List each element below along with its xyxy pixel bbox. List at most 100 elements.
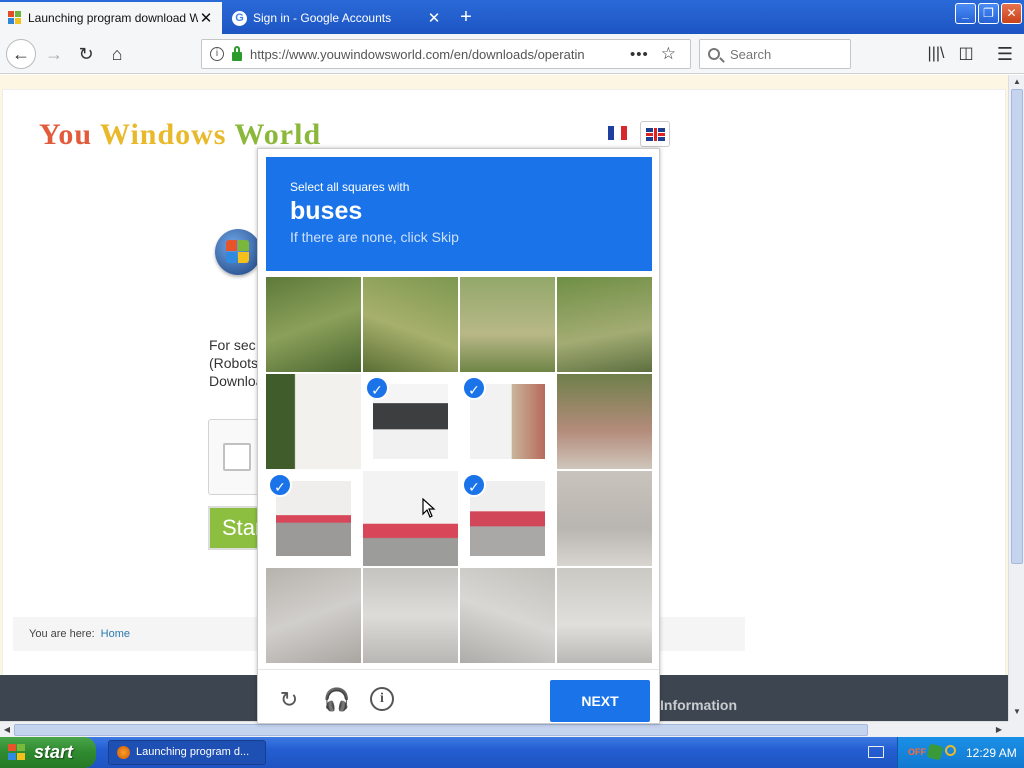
scroll-left-arrow-icon[interactable]: ◀: [0, 723, 14, 737]
windows-taskbar: start Launching program d... OFF 12:29 A…: [0, 737, 1024, 768]
captcha-tile[interactable]: [460, 277, 555, 372]
tray-search-icon[interactable]: [945, 745, 956, 756]
captcha-tile-image: [363, 471, 458, 566]
captcha-tile[interactable]: [557, 568, 652, 663]
captcha-tile[interactable]: ✓: [460, 374, 555, 469]
vertical-scroll-thumb[interactable]: [1011, 89, 1023, 564]
captcha-tile[interactable]: [363, 471, 458, 566]
captcha-tile-image: [363, 277, 458, 372]
captcha-tile-image: [557, 374, 652, 469]
address-bar[interactable]: i https://www.youwindowsworld.com/en/dow…: [201, 39, 691, 69]
headphones-icon[interactable]: 🎧: [323, 687, 350, 713]
checkmark-icon: ✓: [462, 473, 486, 497]
tab-google-signin[interactable]: G Sign in - Google Accounts ✕: [224, 2, 450, 34]
uk-flag-icon[interactable]: [640, 121, 670, 147]
back-button[interactable]: ←: [6, 39, 36, 69]
tab-strip: Launching program download Windows ✕ G S…: [0, 0, 1024, 34]
captcha-tile[interactable]: [266, 277, 361, 372]
french-flag-icon[interactable]: [608, 126, 627, 140]
captcha-tile-image: [557, 277, 652, 372]
tray-off-indicator[interactable]: OFF: [908, 747, 926, 757]
captcha-tile[interactable]: [266, 568, 361, 663]
windows-flag-icon: [8, 744, 26, 761]
breadcrumb-home-link[interactable]: Home: [101, 628, 130, 640]
next-button[interactable]: NEXT: [550, 680, 650, 722]
site-info-icon[interactable]: i: [210, 47, 224, 61]
captcha-tile[interactable]: [266, 374, 361, 469]
bookmark-star-icon[interactable]: ☆: [661, 44, 676, 64]
new-tab-button[interactable]: +: [452, 2, 480, 32]
sidebar-toggle-icon[interactable]: ◫: [952, 40, 980, 68]
captcha-tile-image: [557, 471, 652, 566]
captcha-tile[interactable]: ✓: [460, 471, 555, 566]
clock: 12:29 AM: [966, 746, 1017, 760]
tab-title: Sign in - Google Accounts: [253, 11, 392, 25]
start-button[interactable]: start: [0, 737, 96, 768]
scroll-right-arrow-icon[interactable]: ▶: [992, 723, 1006, 737]
scroll-down-arrow-icon[interactable]: ▼: [1010, 705, 1024, 719]
captcha-tile-image: [266, 374, 361, 469]
windows-flag-icon: [8, 11, 22, 25]
captcha-tile[interactable]: [557, 277, 652, 372]
home-button[interactable]: ⌂: [103, 40, 131, 68]
close-tab-icon[interactable]: ✕: [426, 9, 442, 27]
tab-launching-program[interactable]: Launching program download Windows ✕: [0, 2, 222, 34]
captcha-challenge-popup: Select all squares with buses If there a…: [257, 148, 660, 724]
checkmark-icon: ✓: [365, 376, 389, 400]
vertical-scrollbar[interactable]: ▲ ▼: [1008, 75, 1024, 721]
horizontal-scroll-thumb[interactable]: [14, 724, 868, 736]
captcha-tile[interactable]: [460, 568, 555, 663]
captcha-tile-image: [557, 568, 652, 663]
forward-button[interactable]: →: [40, 40, 68, 68]
breadcrumb-label: You are here:: [29, 628, 95, 640]
scroll-up-arrow-icon[interactable]: ▲: [1010, 75, 1024, 89]
captcha-footer: ↻ 🎧 i NEXT: [258, 669, 659, 723]
reload-button[interactable]: ↻: [72, 40, 100, 68]
minimize-window-button[interactable]: _: [955, 3, 976, 24]
captcha-tile[interactable]: [363, 277, 458, 372]
windows-logo-icon: [215, 229, 261, 275]
site-logo[interactable]: You Windows World: [39, 118, 321, 152]
navigation-toolbar: ← → ↻ ⌂ i https://www.youwindowsworld.co…: [0, 34, 1024, 74]
captcha-tile-image: [266, 277, 361, 372]
lock-icon: [232, 45, 242, 61]
url-text[interactable]: https://www.youwindowsworld.com/en/downl…: [250, 47, 600, 62]
captcha-target-word: buses: [290, 197, 363, 225]
captcha-tile[interactable]: [557, 471, 652, 566]
captcha-tile-image: [460, 568, 555, 663]
page-actions-icon[interactable]: •••: [630, 46, 649, 63]
keyboard-icon[interactable]: [868, 746, 884, 758]
reload-challenge-icon[interactable]: ↻: [276, 687, 302, 713]
captcha-tile-image: [363, 568, 458, 663]
close-tab-icon[interactable]: ✕: [198, 9, 214, 27]
close-window-button[interactable]: ✕: [1001, 3, 1022, 24]
search-box[interactable]: [699, 39, 851, 69]
info-icon[interactable]: i: [370, 687, 396, 713]
security-shield-icon[interactable]: [926, 743, 944, 761]
search-icon: [708, 48, 720, 60]
captcha-tile[interactable]: ✓: [363, 374, 458, 469]
recaptcha-checkbox[interactable]: [223, 443, 251, 471]
google-g-icon: G: [232, 10, 247, 26]
captcha-tile[interactable]: [557, 374, 652, 469]
search-input[interactable]: [730, 46, 840, 62]
captcha-image-grid: ✓ ✓ ✓ ✓: [266, 277, 652, 663]
footer-information-heading: Information: [660, 697, 737, 713]
captcha-header: Select all squares with buses If there a…: [266, 157, 652, 271]
restore-window-button[interactable]: ❐: [978, 3, 999, 24]
captcha-tile[interactable]: [363, 568, 458, 663]
captcha-tile-image: [266, 568, 361, 663]
captcha-hint: If there are none, click Skip: [290, 229, 459, 245]
checkmark-icon: ✓: [462, 376, 486, 400]
taskbar-item-firefox[interactable]: Launching program d...: [108, 740, 266, 765]
captcha-tile[interactable]: ✓: [266, 471, 361, 566]
firefox-icon: [117, 746, 130, 759]
library-icon[interactable]: |||\: [922, 40, 950, 68]
start-label: start: [34, 742, 74, 762]
hamburger-menu-icon[interactable]: ☰: [991, 40, 1019, 68]
scroll-corner: [1008, 721, 1024, 737]
system-tray: OFF 12:29 AM: [897, 737, 1024, 768]
captcha-instruction: Select all squares with: [290, 180, 410, 194]
captcha-tile-image: [460, 277, 555, 372]
checkmark-icon: ✓: [268, 473, 292, 497]
